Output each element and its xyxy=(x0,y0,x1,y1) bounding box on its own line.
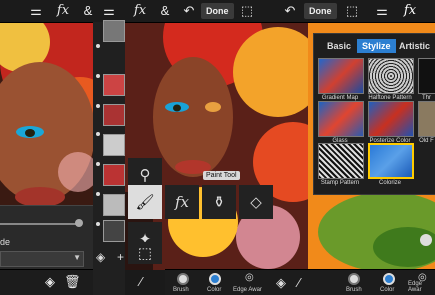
brush-tool[interactable]: 🖌 xyxy=(128,185,162,219)
add-layer-icon[interactable]: + xyxy=(117,250,124,264)
layer-thumbnail[interactable] xyxy=(103,220,125,242)
chevron-down-icon: ▼ xyxy=(73,253,81,262)
filter-glass[interactable]: Glass xyxy=(318,101,364,144)
left-dropdown[interactable]: ▼ xyxy=(0,251,84,267)
spray-tool[interactable]: ⚱ xyxy=(202,185,236,219)
brush-label: Brush xyxy=(346,287,362,293)
middle-bottom-bar: ⁄ Brush Color ◎ Edge Awar xyxy=(140,269,308,295)
right-toolbar: ↶ Done ⬚ ⚌ fx xyxy=(268,0,435,23)
fx-brush-tool[interactable]: fx xyxy=(165,185,199,219)
color-swatch-icon[interactable] xyxy=(209,273,221,285)
brush-label: Brush xyxy=(173,287,189,293)
filter-label: Colorize xyxy=(378,180,401,186)
middle-photo xyxy=(93,22,308,270)
paint-tool-tooltip: Paint Tool xyxy=(203,171,240,180)
filter-colorize[interactable]: Colorize xyxy=(368,143,414,186)
color-label: Color xyxy=(207,287,222,293)
left-toolbar: ⚌ fx & xyxy=(0,0,93,23)
layer-thumbnail[interactable] xyxy=(103,194,125,216)
filter-thumbnail xyxy=(318,58,364,94)
fx-icon[interactable]: fx xyxy=(402,3,418,19)
layers-panel-icon[interactable]: ◈ xyxy=(96,250,105,264)
left-partial-label: de xyxy=(0,237,11,247)
marquee-tool[interactable]: ⬚ xyxy=(128,242,162,264)
layer-dot xyxy=(96,44,100,48)
done-button[interactable]: Done xyxy=(201,3,234,19)
filter-thumbnail xyxy=(418,58,435,94)
filter-old-film[interactable]: Old F xyxy=(418,101,435,144)
left-slider-thumb[interactable] xyxy=(75,219,83,227)
color-swatch-icon[interactable] xyxy=(383,273,395,285)
filter-thumbnail xyxy=(418,101,435,137)
layers-add-icon[interactable]: ◈ xyxy=(42,274,58,290)
layer-thumbnail[interactable] xyxy=(103,104,125,126)
left-bottom-bar: ◈ 🗑 xyxy=(0,269,93,295)
fx-icon[interactable]: fx xyxy=(55,3,71,19)
filter-halftone-pattern[interactable]: Halftone Pattern xyxy=(368,58,414,101)
layer-dot xyxy=(96,132,100,136)
color-label: Color xyxy=(380,287,395,293)
filter-label: Old F xyxy=(419,138,434,144)
undo-icon[interactable]: ↶ xyxy=(282,3,298,19)
layer-thumbnail[interactable] xyxy=(103,134,125,156)
eraser-tool[interactable]: ◇ xyxy=(239,185,273,219)
adjust-sliders-icon[interactable]: ⚌ xyxy=(374,3,390,19)
edge-aware-icon[interactable]: ◎ xyxy=(245,272,254,283)
adjust-sliders-icon[interactable]: ⚌ xyxy=(28,3,44,19)
filter-stamp-pattern[interactable]: Stamp Pattern xyxy=(318,143,364,186)
middle-photo-art xyxy=(93,22,308,270)
filter-gradient-map[interactable]: Gradient Map xyxy=(318,58,364,101)
filter-thumbnail xyxy=(368,143,414,179)
ampersand-icon[interactable]: & xyxy=(157,3,173,19)
layer-dot xyxy=(96,192,100,196)
filter-threshold[interactable]: Thr xyxy=(418,58,435,101)
filter-thumbnail xyxy=(318,101,364,137)
right-bottom-bar: Brush Color ◎ Edge Awar xyxy=(308,269,435,295)
tab-artistic[interactable]: Artistic xyxy=(394,39,435,53)
layer-dot xyxy=(96,104,100,108)
filter-label: Stamp Pattern xyxy=(320,180,360,186)
edge-aware-label: Edge Awar xyxy=(408,281,423,293)
layer-thumbnail[interactable] xyxy=(103,164,125,186)
selection-icon[interactable]: ⬚ xyxy=(344,3,360,19)
left-options-panel: de ▼ xyxy=(0,205,93,271)
layer-thumbnail[interactable] xyxy=(103,74,125,96)
trash-icon[interactable]: 🗑 xyxy=(64,274,81,290)
done-button[interactable]: Done xyxy=(304,3,337,19)
layer-thumbnail[interactable] xyxy=(103,20,125,42)
layer-dot xyxy=(96,162,100,166)
filter-posterize-color[interactable]: Posterize Color xyxy=(368,101,414,144)
fx-icon[interactable]: fx xyxy=(132,3,148,19)
layer-dot xyxy=(96,222,100,226)
brush-icon[interactable]: ⁄ xyxy=(298,275,300,290)
brush-size-icon[interactable] xyxy=(177,273,189,285)
filter-thumbnail xyxy=(318,143,364,179)
left-slider-track[interactable] xyxy=(0,223,80,225)
filter-thumbnail xyxy=(368,58,414,94)
brush-icon[interactable]: ⁄ xyxy=(140,274,142,289)
layer-dot xyxy=(96,74,100,78)
tab-stylize[interactable]: Stylize xyxy=(357,39,396,53)
edge-aware-label: Edge Awar xyxy=(233,287,262,293)
undo-icon[interactable]: ↶ xyxy=(181,3,197,19)
tab-basic[interactable]: Basic xyxy=(322,39,356,53)
selection-icon[interactable]: ⬚ xyxy=(239,3,255,19)
brush-size-icon[interactable] xyxy=(348,273,360,285)
filter-thumbnail xyxy=(368,101,414,137)
adjust-sliders-icon[interactable]: ⚌ xyxy=(101,3,117,19)
layers-add-icon[interactable]: ◈ xyxy=(276,275,286,291)
